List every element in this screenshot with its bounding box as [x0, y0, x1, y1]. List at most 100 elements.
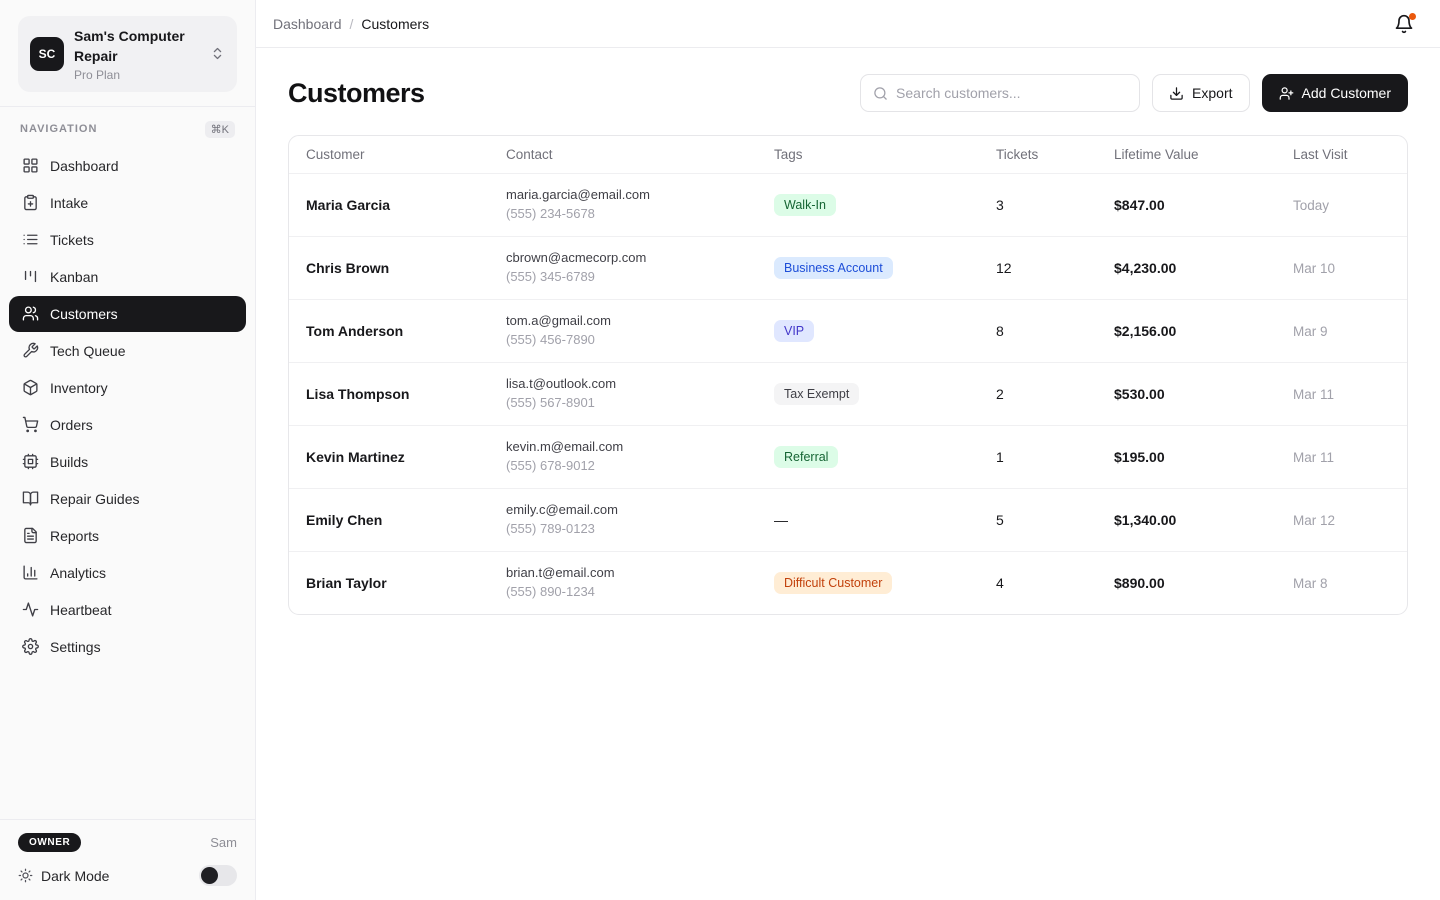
- customer-last-visit: Today: [1293, 198, 1407, 213]
- sidebar-item-tech-queue[interactable]: Tech Queue: [9, 333, 246, 369]
- dashboard-icon: [22, 157, 39, 174]
- sidebar-item-label: Analytics: [50, 565, 106, 581]
- customer-tag: —: [774, 508, 798, 532]
- customer-lifetime-value: $847.00: [1114, 197, 1293, 213]
- users-icon: [22, 305, 39, 322]
- customer-name: Chris Brown: [306, 260, 506, 276]
- owner-badge: OWNER: [18, 833, 81, 852]
- customer-last-visit: Mar 10: [1293, 261, 1407, 276]
- sidebar-item-analytics[interactable]: Analytics: [9, 555, 246, 591]
- breadcrumb-separator: /: [350, 16, 354, 32]
- sidebar-item-reports[interactable]: Reports: [9, 518, 246, 554]
- nav-section-label: NAVIGATION: [20, 123, 97, 135]
- user-plus-icon: [1279, 86, 1294, 101]
- sidebar-item-label: Settings: [50, 639, 101, 655]
- notifications-button[interactable]: [1390, 10, 1418, 38]
- sidebar-item-settings[interactable]: Settings: [9, 629, 246, 665]
- customer-lifetime-value: $890.00: [1114, 575, 1293, 591]
- column-header-tags: Tags: [774, 147, 996, 162]
- table-header-row: Customer Contact Tags Tickets Lifetime V…: [289, 136, 1407, 173]
- breadcrumb-dashboard[interactable]: Dashboard: [273, 16, 342, 32]
- customer-tag: VIP: [774, 320, 814, 342]
- customer-last-visit: Mar 11: [1293, 387, 1407, 402]
- table-row[interactable]: Chris Brown cbrown@acmecorp.com(555) 345…: [289, 236, 1407, 299]
- dark-mode-label: Dark Mode: [41, 868, 199, 884]
- sidebar-item-dashboard[interactable]: Dashboard: [9, 148, 246, 184]
- sun-icon: [18, 868, 33, 883]
- customer-tickets: 5: [996, 512, 1114, 528]
- add-customer-button[interactable]: Add Customer: [1262, 74, 1408, 112]
- bar-chart-icon: [22, 564, 39, 581]
- customer-last-visit: Mar 8: [1293, 576, 1407, 591]
- customer-lifetime-value: $4,230.00: [1114, 260, 1293, 276]
- command-k-shortcut: ⌘K: [205, 121, 235, 138]
- table-row[interactable]: Tom Anderson tom.a@gmail.com (555) 456-78…: [289, 299, 1407, 362]
- wrench-icon: [22, 342, 39, 359]
- customer-tickets: 3: [996, 197, 1114, 213]
- export-button[interactable]: Export: [1152, 74, 1249, 112]
- customer-email: cbrown@acmecorp.com: [506, 250, 646, 265]
- search-icon: [873, 86, 888, 101]
- customer-name: Emily Chen: [306, 512, 506, 528]
- customer-tickets: 8: [996, 323, 1114, 339]
- sidebar-item-repair-guides[interactable]: Repair Guides: [9, 481, 246, 517]
- customer-phone: (555) 678-9012: [506, 458, 595, 473]
- activity-icon: [22, 601, 39, 618]
- sidebar-item-tickets[interactable]: Tickets: [9, 222, 246, 258]
- dark-mode-toggle[interactable]: [199, 865, 237, 886]
- table-row[interactable]: Brian Taylor brian.t@email.com(555) 890-…: [289, 551, 1407, 614]
- workspace-name: Sam's Computer Repair: [74, 26, 200, 67]
- file-text-icon: [22, 527, 39, 544]
- customer-tickets: 1: [996, 449, 1114, 465]
- sidebar-item-label: Reports: [50, 528, 99, 544]
- customer-email: tom.a@gmail.com: [506, 313, 611, 328]
- customer-phone: (555) 789-0123: [506, 521, 595, 536]
- workspace-switcher[interactable]: SC Sam's Computer Repair Pro Plan: [18, 16, 237, 92]
- customer-tickets: 4: [996, 575, 1114, 591]
- customer-last-visit: Mar 9: [1293, 324, 1407, 339]
- column-header-tickets: Tickets: [996, 147, 1114, 162]
- topbar: Dashboard / Customers: [256, 0, 1440, 48]
- sidebar-item-label: Intake: [50, 195, 88, 211]
- sidebar-item-intake[interactable]: Intake: [9, 185, 246, 221]
- customer-phone: (555) 234-5678: [506, 206, 595, 221]
- customer-lifetime-value: $1,340.00: [1114, 512, 1293, 528]
- customers-table: Customer Contact Tags Tickets Lifetime V…: [288, 135, 1408, 615]
- sidebar-item-customers[interactable]: Customers: [9, 296, 246, 332]
- search-input[interactable]: [896, 85, 1127, 101]
- nav-list: Dashboard Intake Tickets Kanban Customer…: [0, 146, 255, 668]
- breadcrumb-customers: Customers: [361, 16, 429, 32]
- customer-name: Tom Anderson: [306, 323, 506, 339]
- sidebar-item-heartbeat[interactable]: Heartbeat: [9, 592, 246, 628]
- gear-icon: [22, 638, 39, 655]
- sidebar-item-inventory[interactable]: Inventory: [9, 370, 246, 406]
- sidebar-item-label: Inventory: [50, 380, 108, 396]
- sidebar-item-label: Customers: [50, 306, 118, 322]
- customer-last-visit: Mar 12: [1293, 513, 1407, 528]
- table-row[interactable]: Emily Chen emily.c@email.com(555) 789-01…: [289, 488, 1407, 551]
- owner-name: Sam: [210, 835, 237, 850]
- list-icon: [22, 231, 39, 248]
- sidebar-item-label: Heartbeat: [50, 602, 111, 618]
- table-row[interactable]: Maria Garcia maria.garcia@email.com(555)…: [289, 173, 1407, 236]
- customer-lifetime-value: $2,156.00: [1114, 323, 1293, 339]
- cpu-icon: [22, 453, 39, 470]
- customer-tag: Referral: [774, 446, 838, 468]
- customer-name: Maria Garcia: [306, 197, 506, 213]
- package-icon: [22, 379, 39, 396]
- table-row[interactable]: Kevin Martinez kevin.m@email.com(555) 67…: [289, 425, 1407, 488]
- sidebar-item-label: Tech Queue: [50, 343, 126, 359]
- sidebar-item-label: Repair Guides: [50, 491, 140, 507]
- sidebar-item-kanban[interactable]: Kanban: [9, 259, 246, 295]
- sidebar-item-orders[interactable]: Orders: [9, 407, 246, 443]
- add-customer-button-label: Add Customer: [1302, 85, 1391, 101]
- sidebar-item-label: Kanban: [50, 269, 98, 285]
- workspace-plan: Pro Plan: [74, 68, 200, 82]
- sidebar: SC Sam's Computer Repair Pro Plan NAVIGA…: [0, 0, 256, 900]
- table-row[interactable]: Lisa Thompson lisa.t@outlook.com(555) 56…: [289, 362, 1407, 425]
- sidebar-item-builds[interactable]: Builds: [9, 444, 246, 480]
- customer-phone: (555) 567-8901: [506, 395, 595, 410]
- shopping-cart-icon: [22, 416, 39, 433]
- customer-name: Kevin Martinez: [306, 449, 506, 465]
- customer-phone: (555) 456-7890: [506, 332, 595, 347]
